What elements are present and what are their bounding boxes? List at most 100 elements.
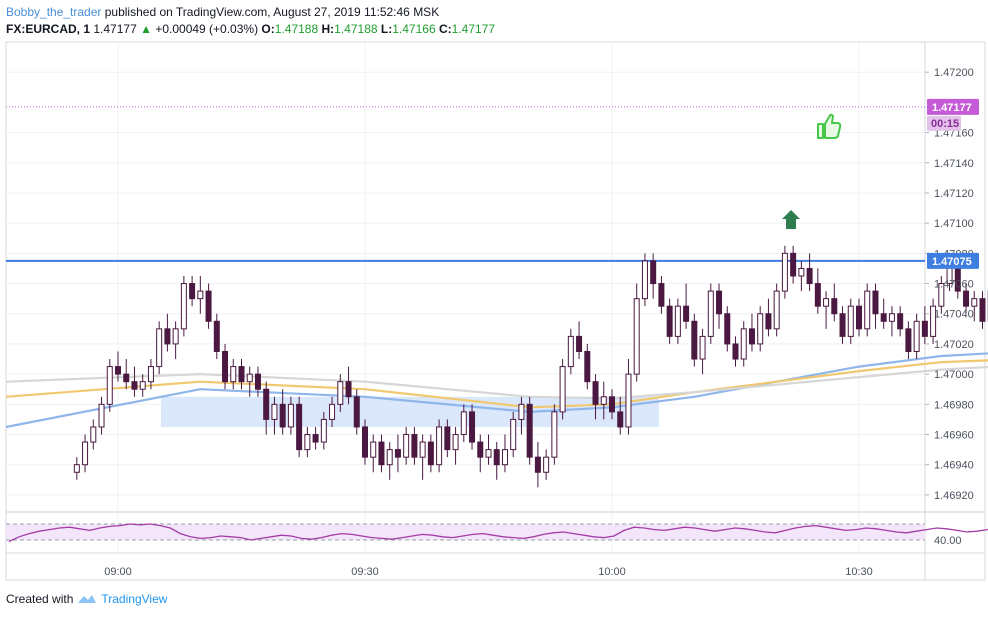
up-arrow-icon [782, 210, 800, 229]
candle-up [73, 464, 80, 473]
candle-up [501, 449, 508, 466]
candle-down [493, 449, 500, 466]
tradingview-logo-icon [78, 595, 97, 603]
candle-down [254, 373, 261, 390]
candle-up [773, 290, 780, 330]
footer: Created with TradingView [6, 592, 167, 606]
candle-up [600, 396, 607, 405]
candle-down [189, 283, 196, 300]
candle-down [716, 290, 723, 315]
rsi-pane [6, 523, 988, 543]
candle-down [856, 305, 862, 330]
candle-down [658, 283, 665, 307]
candle-up [699, 335, 706, 360]
candle-up [740, 328, 747, 360]
candle-up [98, 403, 105, 428]
candle-down [312, 434, 319, 443]
candle-up [913, 320, 920, 352]
candle-down [724, 313, 731, 345]
candle-down [205, 290, 212, 322]
candle-down [353, 396, 360, 428]
candle-up [798, 267, 805, 277]
candle-down [115, 366, 121, 375]
price-axis[interactable]: 1.472001.471601.471401.471201.471001.470… [925, 67, 974, 502]
candle-up [403, 434, 410, 458]
candle-up [304, 434, 311, 451]
candle-up [633, 298, 640, 375]
price-tick-label: 1.47120 [934, 188, 974, 200]
level-badge-text: 1.47075 [932, 256, 972, 268]
candle-down [814, 283, 821, 307]
candle-down [378, 441, 385, 466]
candle-down [963, 290, 970, 307]
tradingview-link[interactable]: TradingView [101, 592, 167, 606]
rsi-band [6, 524, 925, 540]
candle-up [823, 298, 830, 307]
candle-down [880, 313, 887, 322]
candle-up [246, 373, 253, 383]
candle-up [485, 449, 492, 458]
candle-up [436, 426, 443, 466]
candle-down [477, 441, 484, 458]
candle-up [543, 456, 550, 473]
candle-up [386, 449, 393, 466]
candle-down [617, 411, 624, 428]
candle-down [263, 388, 270, 420]
candle-up [510, 418, 517, 451]
candle-down [222, 350, 229, 383]
candle-down [979, 298, 986, 322]
candle-down [345, 381, 352, 398]
candle-down [650, 260, 657, 285]
price-tick-label: 1.46960 [934, 430, 974, 442]
candle-up [147, 366, 154, 383]
candle-up [370, 441, 377, 458]
candle-up [172, 328, 179, 345]
candle-up [707, 290, 714, 337]
candle-up [419, 441, 426, 458]
candle-up [230, 366, 237, 383]
price-tick-label: 1.46920 [934, 490, 974, 502]
price-tick-label: 1.47140 [934, 158, 974, 170]
candle-up [271, 403, 278, 420]
candle-down [469, 411, 476, 443]
time-axis[interactable]: 09:0009:3010:0010:3011:0011:3012:00 [104, 566, 988, 578]
candle-down [921, 320, 928, 337]
candle-down [790, 252, 797, 277]
moving-average-line-2 [5, 359, 988, 409]
candle-down [748, 328, 755, 345]
candle-up [888, 313, 895, 322]
countdown-badge-text: 00:15 [931, 118, 959, 130]
price-tick-label: 1.47060 [934, 279, 974, 291]
grid [5, 41, 986, 581]
candle-down [394, 449, 401, 458]
candle-down [592, 381, 599, 405]
candle-down [576, 335, 583, 352]
candle-up [197, 290, 204, 300]
price-tick-label: 1.47200 [934, 67, 974, 79]
candle-up [674, 305, 681, 337]
candle-up [320, 418, 327, 443]
price-tick-label: 1.46940 [934, 460, 974, 472]
candle-up [971, 298, 978, 307]
candle-up [559, 366, 566, 413]
candle-down [765, 313, 772, 330]
candle-down [131, 381, 138, 390]
candle-up [781, 252, 788, 292]
last-price-badge-text: 1.47177 [932, 102, 972, 114]
candle-up [460, 411, 467, 436]
candle-down [279, 403, 286, 428]
candle-down [831, 298, 838, 315]
candle-up [329, 403, 336, 420]
candle-down [238, 366, 245, 383]
rsi-level-label: 40.00 [934, 535, 962, 547]
candle-up [156, 328, 163, 368]
candle-up [106, 366, 113, 405]
time-tick-label: 10:30 [845, 566, 873, 578]
candle-down [296, 403, 303, 451]
candle-up [180, 283, 187, 330]
price-tick-label: 1.46980 [934, 399, 974, 411]
candle-down [213, 320, 220, 352]
chart-canvas[interactable]: 1.472001.471601.471401.471201.471001.470… [0, 0, 988, 618]
candle-up [864, 290, 871, 330]
candle-up [139, 381, 146, 390]
